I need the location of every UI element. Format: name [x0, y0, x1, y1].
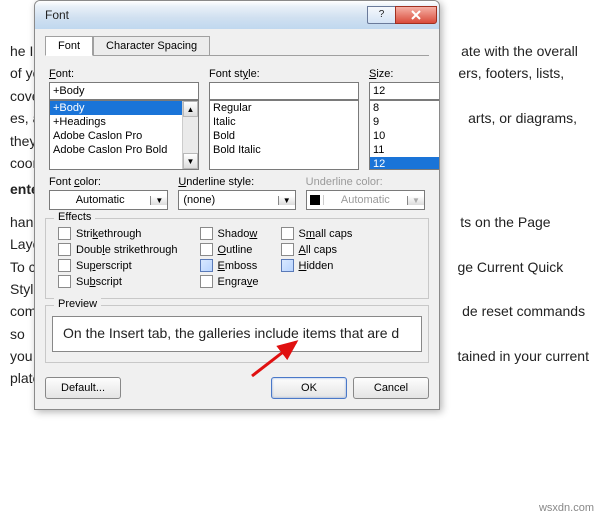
size-input[interactable] — [369, 82, 440, 100]
list-item[interactable]: 8 — [370, 101, 440, 115]
chk-superscript[interactable]: Superscript — [58, 259, 178, 272]
chk-strikethrough[interactable]: Strikethrough — [58, 227, 178, 240]
tab-font[interactable]: Font — [45, 36, 93, 56]
default-button[interactable]: Default... — [45, 377, 121, 399]
underline-style-dropdown[interactable]: (none) ▼ — [178, 190, 295, 210]
chk-emboss[interactable]: Emboss — [200, 259, 259, 272]
scroll-down-icon[interactable]: ▼ — [183, 153, 198, 169]
preview-group: Preview On the Insert tab, the galleries… — [45, 305, 429, 363]
effects-legend: Effects — [54, 211, 95, 223]
chk-hidden[interactable]: Hidden — [281, 259, 353, 272]
font-style-input[interactable] — [209, 82, 359, 100]
list-item[interactable]: +Body — [50, 101, 182, 115]
list-item[interactable]: Adobe Caslon Pro — [50, 129, 182, 143]
close-icon — [410, 10, 422, 20]
list-item[interactable]: Bold Italic — [210, 143, 358, 157]
tabstrip: Font Character Spacing — [45, 35, 429, 56]
tab-character-spacing[interactable]: Character Spacing — [93, 36, 210, 56]
dialog-title: Font — [45, 8, 367, 22]
list-item[interactable]: 11 — [370, 143, 440, 157]
close-button[interactable] — [395, 6, 437, 24]
font-color-dropdown[interactable]: Automatic ▼ — [49, 190, 168, 210]
preview-legend: Preview — [54, 298, 101, 310]
label-underline-style: Underline style: — [178, 176, 295, 188]
help-button[interactable]: ? — [367, 6, 395, 24]
scroll-up-icon[interactable]: ▲ — [183, 101, 198, 117]
chevron-down-icon: ▼ — [407, 196, 424, 205]
font-style-listbox[interactable]: Regular Italic Bold Bold Italic — [209, 100, 359, 170]
list-item[interactable]: Regular — [210, 101, 358, 115]
label-underline-color: Underline color: — [306, 176, 425, 188]
list-item[interactable]: 9 — [370, 115, 440, 129]
label-font-style: Font style: — [209, 68, 359, 80]
effects-group: Effects Strikethrough Double strikethrou… — [45, 218, 429, 299]
chk-engrave[interactable]: Engrave — [200, 275, 259, 288]
chk-double-strikethrough[interactable]: Double strikethrough — [58, 243, 178, 256]
underline-color-dropdown: Automatic ▼ — [306, 190, 425, 210]
list-item[interactable]: +Headings — [50, 115, 182, 129]
chevron-down-icon: ▼ — [278, 196, 295, 205]
chk-outline[interactable]: Outline — [200, 243, 259, 256]
list-item[interactable]: Adobe Caslon Pro Bold — [50, 143, 182, 157]
size-listbox[interactable]: 8 9 10 11 12 ▲ ▼ — [369, 100, 440, 170]
list-item[interactable]: Italic — [210, 115, 358, 129]
scrollbar[interactable]: ▲ ▼ — [182, 101, 198, 169]
cancel-button[interactable]: Cancel — [353, 377, 429, 399]
font-listbox[interactable]: +Body +Headings Adobe Caslon Pro Adobe C… — [49, 100, 199, 170]
preview-text: On the Insert tab, the galleries include… — [52, 316, 422, 352]
chk-all-caps[interactable]: All caps — [281, 243, 353, 256]
ok-button[interactable]: OK — [271, 377, 347, 399]
chk-small-caps[interactable]: Small caps — [281, 227, 353, 240]
font-dialog: Font ? Font Character Spacing Font: +Bod… — [34, 0, 440, 410]
font-input[interactable] — [49, 82, 199, 100]
watermark: wsxdn.com — [539, 502, 594, 514]
label-font-color: Font color: — [49, 176, 168, 188]
chk-subscript[interactable]: Subscript — [58, 275, 178, 288]
label-font: Font: — [49, 68, 199, 80]
chevron-down-icon: ▼ — [150, 196, 167, 205]
color-swatch-icon — [310, 195, 320, 205]
list-item[interactable]: Bold — [210, 129, 358, 143]
chk-shadow[interactable]: Shadow — [200, 227, 259, 240]
list-item[interactable]: 10 — [370, 129, 440, 143]
label-size: Size: — [369, 68, 440, 80]
list-item[interactable]: 12 — [370, 157, 440, 170]
titlebar[interactable]: Font ? — [35, 1, 439, 29]
